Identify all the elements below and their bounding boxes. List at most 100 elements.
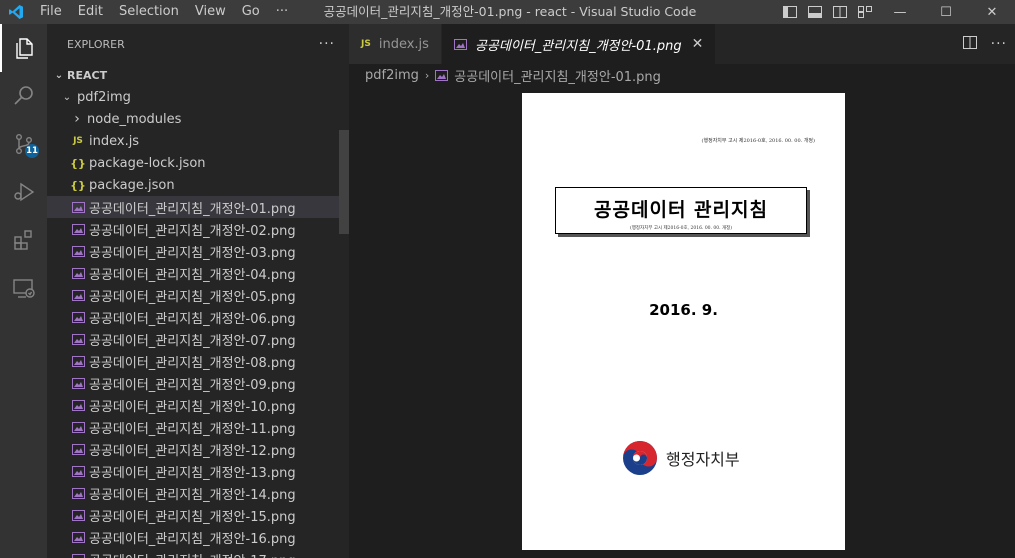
- file-tree-item[interactable]: 공공데이터_관리지침_개정안-11.png: [47, 416, 349, 438]
- file-tree-item[interactable]: 공공데이터_관리지침_개정안-10.png: [47, 394, 349, 416]
- menu-more[interactable]: ···: [268, 0, 296, 24]
- file-tree-label: 공공데이터_관리지침_개정안-04.png: [89, 267, 296, 283]
- document-title-box: 공공데이터 관리지침 (행정자치부 고시 제2016-0호, 2016. 00.…: [555, 187, 807, 234]
- image-file-icon: [69, 465, 87, 477]
- file-tree-item[interactable]: 공공데이터_관리지침_개정안-07.png: [47, 328, 349, 350]
- image-file-icon: [69, 333, 87, 345]
- image-file-icon: [69, 421, 87, 433]
- file-tree-label: 공공데이터_관리지침_개정안-05.png: [89, 289, 296, 305]
- file-tree-item[interactable]: {} package-lock.json: [47, 152, 349, 174]
- file-tree-label: 공공데이터_관리지침_개정안-01.png: [89, 201, 296, 217]
- file-tree-item[interactable]: 공공데이터_관리지침_개정안-14.png: [47, 482, 349, 504]
- file-tree-item[interactable]: {} package.json: [47, 174, 349, 196]
- file-tree-label: 공공데이터_관리지침_개정안-10.png: [89, 399, 296, 415]
- file-tree-label: 공공데이터_관리지침_개정안-16.png: [89, 531, 296, 547]
- file-tree-item[interactable]: JS index.js: [47, 130, 349, 152]
- file-tree-label: 공공데이터_관리지침_개정안-07.png: [89, 333, 296, 349]
- menu-view[interactable]: View: [187, 0, 234, 24]
- explorer-more-button[interactable]: ···: [319, 36, 335, 52]
- document-date: 2016. 9.: [649, 301, 718, 319]
- menu-selection[interactable]: Selection: [111, 0, 187, 24]
- file-tree-label: 공공데이터_관리지침_개정안-12.png: [89, 443, 296, 459]
- breadcrumb-folder[interactable]: pdf2img: [365, 68, 419, 83]
- menu-bar: File Edit Selection View Go ···: [32, 0, 296, 24]
- image-file-icon: [69, 553, 87, 558]
- toggle-secondary-sidebar-icon[interactable]: [827, 0, 852, 24]
- folder-row[interactable]: ⌄ pdf2img: [47, 86, 349, 108]
- editor-area: JS index.js 공공데이터_관리지침_개정안-01.png ✕ ··· …: [349, 24, 1015, 558]
- image-file-icon: [69, 531, 87, 543]
- toggle-primary-sidebar-icon[interactable]: [777, 0, 802, 24]
- chevron-down-icon: ⌄: [62, 91, 72, 103]
- file-tree-label: index.js: [89, 133, 140, 149]
- source-control-icon[interactable]: 11: [0, 120, 47, 168]
- menu-edit[interactable]: Edit: [70, 0, 111, 24]
- remote-explorer-icon[interactable]: [0, 264, 47, 312]
- file-tree-label: node_modules: [87, 111, 182, 127]
- file-tree-item[interactable]: 공공데이터_관리지침_개정안-08.png: [47, 350, 349, 372]
- vscode-logo-icon: [0, 0, 32, 24]
- ministry-logo: 행정자치부: [622, 440, 740, 476]
- file-tree-item[interactable]: 공공데이터_관리지침_개정안-06.png: [47, 306, 349, 328]
- file-tree-label: package-lock.json: [89, 155, 206, 171]
- file-tree-item[interactable]: 공공데이터_관리지침_개정안-15.png: [47, 504, 349, 526]
- tab-close-button[interactable]: ✕: [692, 36, 704, 52]
- breadcrumb: pdf2img › 공공데이터_관리지침_개정안-01.png: [349, 64, 1015, 86]
- run-debug-icon[interactable]: [0, 168, 47, 216]
- split-editor-icon[interactable]: [962, 35, 977, 53]
- taegeuk-emblem-icon: [623, 441, 657, 475]
- file-tree-item[interactable]: 공공데이터_관리지침_개정안-04.png: [47, 262, 349, 284]
- file-tree-item[interactable]: 공공데이터_관리지침_개정안-12.png: [47, 438, 349, 460]
- chevron-right-icon: ›: [74, 111, 80, 127]
- file-tree-item[interactable]: › node_modules: [47, 108, 349, 130]
- file-tree-item[interactable]: 공공데이터_관리지침_개정안-13.png: [47, 460, 349, 482]
- file-tree-item[interactable]: 공공데이터_관리지침_개정안-09.png: [47, 372, 349, 394]
- image-file-icon: [69, 267, 87, 279]
- file-tree-item[interactable]: 공공데이터_관리지침_개정안-01.png: [47, 196, 349, 218]
- minimize-button[interactable]: —: [877, 0, 923, 24]
- close-window-button[interactable]: ✕: [969, 0, 1015, 24]
- maximize-button[interactable]: ☐: [923, 0, 969, 24]
- image-file-icon: [69, 289, 87, 301]
- explorer-icon[interactable]: [0, 24, 47, 72]
- file-tree-label: 공공데이터_관리지침_개정안-06.png: [89, 311, 296, 327]
- file-tree-item[interactable]: 공공데이터_관리지침_개정안-05.png: [47, 284, 349, 306]
- explorer-title: EXPLORER: [67, 37, 125, 51]
- tab-index-js[interactable]: JS index.js: [349, 24, 442, 64]
- document-header-note: (행정자치부 고시 제2016-0호, 2016. 00. 00. 개정): [701, 138, 815, 144]
- search-icon[interactable]: [0, 72, 47, 120]
- menu-file[interactable]: File: [32, 0, 70, 24]
- file-tree-label: 공공데이터_관리지침_개정안-15.png: [89, 509, 296, 525]
- chevron-down-icon: ⌄: [54, 69, 64, 81]
- workspace-section-header[interactable]: ⌄ REACT: [47, 64, 349, 86]
- js-file-icon: JS: [73, 136, 83, 146]
- workspace-name: REACT: [67, 68, 108, 82]
- customize-layout-icon[interactable]: [852, 0, 877, 24]
- breadcrumb-separator: ›: [424, 68, 430, 82]
- extensions-icon[interactable]: [0, 216, 47, 264]
- file-tree-item[interactable]: 공공데이터_관리지침_개정안-02.png: [47, 218, 349, 240]
- image-file-icon: [69, 201, 87, 213]
- file-tree-label: 공공데이터_관리지침_개정안-13.png: [89, 465, 296, 481]
- image-file-icon: [69, 355, 87, 367]
- image-file-icon: [69, 311, 87, 323]
- json-file-icon: {}: [70, 178, 86, 192]
- image-file-icon: [69, 377, 87, 389]
- file-tree-item[interactable]: 공공데이터_관리지침_개정안-16.png: [47, 526, 349, 548]
- file-tree-item[interactable]: 공공데이터_관리지침_개정안-03.png: [47, 240, 349, 262]
- tab-image-preview[interactable]: 공공데이터_관리지침_개정안-01.png ✕: [441, 24, 717, 64]
- file-tree-item[interactable]: 공공데이터_관리지침_개정안-17.png: [47, 548, 349, 558]
- file-tree-label: 공공데이터_관리지침_개정안-03.png: [89, 245, 296, 261]
- toggle-panel-icon[interactable]: [802, 0, 827, 24]
- folder-label: pdf2img: [77, 89, 131, 105]
- file-tree-label: 공공데이터_관리지침_개정안-14.png: [89, 487, 296, 503]
- editor-more-button[interactable]: ···: [991, 36, 1007, 52]
- image-preview: (행정자치부 고시 제2016-0호, 2016. 00. 00. 개정) 공공…: [522, 93, 845, 550]
- image-file-icon: [69, 223, 87, 235]
- menu-go[interactable]: Go: [234, 0, 268, 24]
- sidebar-scrollbar[interactable]: [339, 130, 349, 234]
- document-title: 공공데이터 관리지침: [594, 199, 768, 221]
- breadcrumb-file[interactable]: 공공데이터_관리지침_개정안-01.png: [454, 66, 661, 85]
- title-bar: File Edit Selection View Go ··· 공공데이터_관리…: [0, 0, 1015, 24]
- image-file-icon: [69, 399, 87, 411]
